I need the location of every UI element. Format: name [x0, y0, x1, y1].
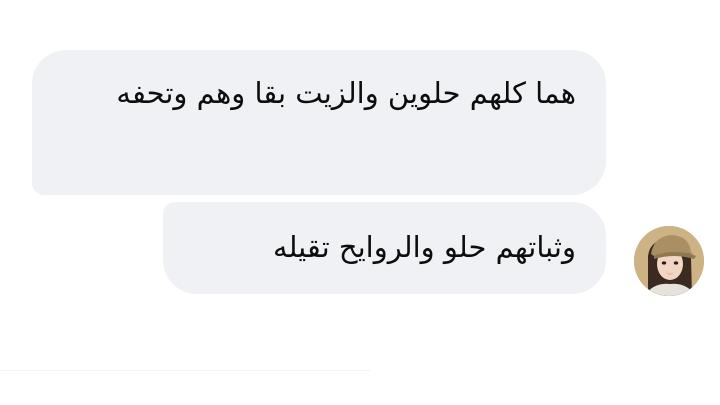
message-text: هما كلهم حلوين والزيت بقا وهم وتحفه: [116, 76, 576, 110]
profile-avatar-icon: [634, 226, 704, 296]
message-text: وثباتهم حلو والروايح تقيله: [273, 230, 576, 264]
chat-thread: هما كلهم حلوين والزيت بقا وهم وتحفه وثبا…: [0, 0, 720, 405]
message-bubble[interactable]: هما كلهم حلوين والزيت بقا وهم وتحفه: [32, 50, 606, 195]
message-bubble[interactable]: وثباتهم حلو والروايح تقيله: [163, 202, 606, 294]
divider: [0, 370, 370, 371]
sender-avatar[interactable]: [634, 226, 704, 296]
